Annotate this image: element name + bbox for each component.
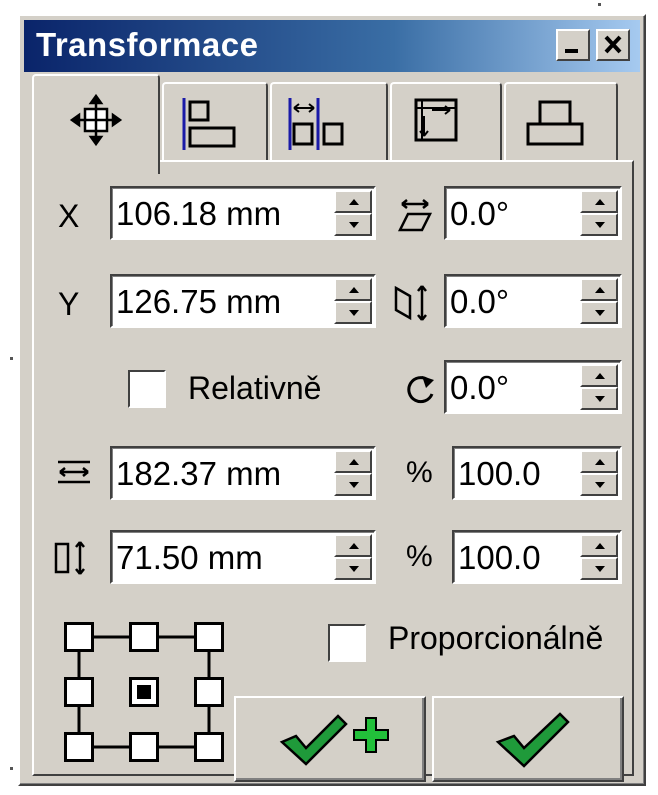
anchor-bottom-left[interactable]	[64, 732, 94, 762]
skew-v-spinner[interactable]	[580, 278, 618, 324]
skew-h-spinner[interactable]	[580, 190, 618, 236]
distribute-icon	[288, 98, 344, 150]
relative-label: Relativně	[188, 370, 322, 406]
window-title: Transformace	[36, 26, 259, 63]
width-percent-label: %	[406, 456, 433, 489]
skew-horizontal-icon	[397, 199, 433, 232]
height-icon	[54, 541, 85, 575]
width-percent-spin-up[interactable]	[580, 450, 618, 473]
y-spin-up[interactable]	[334, 278, 372, 301]
height-spin-up[interactable]	[334, 534, 372, 557]
resize-frame-icon	[414, 98, 458, 142]
group-icon	[526, 100, 584, 146]
rotate-icon	[407, 376, 434, 404]
y-spin-down[interactable]	[334, 301, 372, 324]
x-spin-up[interactable]	[334, 190, 372, 213]
x-field[interactable]	[110, 186, 376, 240]
apply-button[interactable]	[432, 696, 624, 782]
relative-checkbox[interactable]	[128, 370, 166, 408]
tab-align[interactable]	[162, 82, 268, 162]
x-label: X	[58, 198, 80, 234]
height-percent-spin-down[interactable]	[580, 557, 618, 580]
height-percent-spinner[interactable]	[580, 534, 618, 580]
rotate-spin-down[interactable]	[580, 387, 618, 410]
anchor-bottom-right[interactable]	[194, 732, 224, 762]
skew-vertical-icon	[394, 285, 427, 321]
width-field[interactable]	[110, 446, 376, 500]
skew-v-spin-up[interactable]	[580, 278, 618, 301]
skew-h-field[interactable]	[444, 186, 622, 240]
height-field[interactable]	[110, 530, 376, 584]
width-percent-spinner[interactable]	[580, 450, 618, 496]
y-field[interactable]	[110, 274, 376, 328]
check-plus-icon	[279, 714, 389, 766]
width-percent-input[interactable]	[458, 452, 574, 496]
skew-h-spin-up[interactable]	[580, 190, 618, 213]
anchor-center[interactable]	[129, 677, 159, 707]
width-percent-field[interactable]	[452, 446, 622, 500]
anchor-grid	[64, 622, 224, 762]
y-spinner[interactable]	[334, 278, 372, 324]
anchor-top-center[interactable]	[129, 622, 159, 652]
rotate-spin-up[interactable]	[580, 364, 618, 387]
height-percent-input[interactable]	[458, 536, 574, 580]
proportional-label: Proporcionálně	[388, 620, 604, 656]
y-input[interactable]	[116, 280, 328, 324]
height-percent-field[interactable]	[452, 530, 622, 584]
x-spin-down[interactable]	[334, 213, 372, 236]
x-input[interactable]	[116, 192, 328, 236]
check-icon	[495, 712, 570, 768]
y-label: Y	[58, 286, 80, 322]
transform-dialog: Transformace X 106.18 mm 0.0° Y 126.75 m…	[18, 14, 646, 786]
height-input[interactable]	[116, 536, 328, 580]
rotate-field[interactable]	[444, 360, 622, 414]
close-icon	[604, 35, 622, 54]
anchor-top-right[interactable]	[194, 622, 224, 652]
width-input[interactable]	[116, 452, 328, 496]
tab-distribute[interactable]	[270, 82, 388, 162]
tab-object[interactable]	[504, 82, 618, 162]
skew-h-spin-down[interactable]	[580, 213, 618, 236]
tab-size[interactable]	[390, 82, 502, 162]
height-percent-label: %	[406, 540, 433, 573]
width-spinner[interactable]	[334, 450, 372, 496]
anchor-middle-right[interactable]	[194, 677, 224, 707]
title-bar[interactable]: Transformace	[24, 20, 640, 72]
height-spin-down[interactable]	[334, 557, 372, 580]
width-icon	[58, 460, 90, 484]
proportional-checkbox[interactable]	[328, 624, 366, 662]
width-percent-spin-down[interactable]	[580, 473, 618, 496]
skew-v-field[interactable]	[444, 274, 622, 328]
anchor-bottom-center[interactable]	[129, 732, 159, 762]
height-spinner[interactable]	[334, 534, 372, 580]
width-spin-up[interactable]	[334, 450, 372, 473]
skew-h-input[interactable]	[450, 192, 574, 236]
apply-to-copy-button[interactable]	[234, 696, 426, 782]
minimize-button[interactable]	[556, 29, 590, 61]
close-button[interactable]	[596, 29, 630, 61]
align-icon	[182, 98, 236, 150]
width-spin-down[interactable]	[334, 473, 372, 496]
move-icon	[69, 93, 123, 147]
position-panel: X Y	[32, 160, 634, 782]
anchor-middle-left[interactable]	[64, 677, 94, 707]
height-percent-spin-up[interactable]	[580, 534, 618, 557]
skew-v-input[interactable]	[450, 280, 574, 324]
anchor-top-left[interactable]	[64, 622, 94, 652]
rotate-input[interactable]	[450, 366, 574, 410]
skew-v-spin-down[interactable]	[580, 301, 618, 324]
tab-position[interactable]	[32, 74, 160, 174]
minimize-icon	[565, 49, 578, 53]
x-spinner[interactable]	[334, 190, 372, 236]
rotate-spinner[interactable]	[580, 364, 618, 410]
